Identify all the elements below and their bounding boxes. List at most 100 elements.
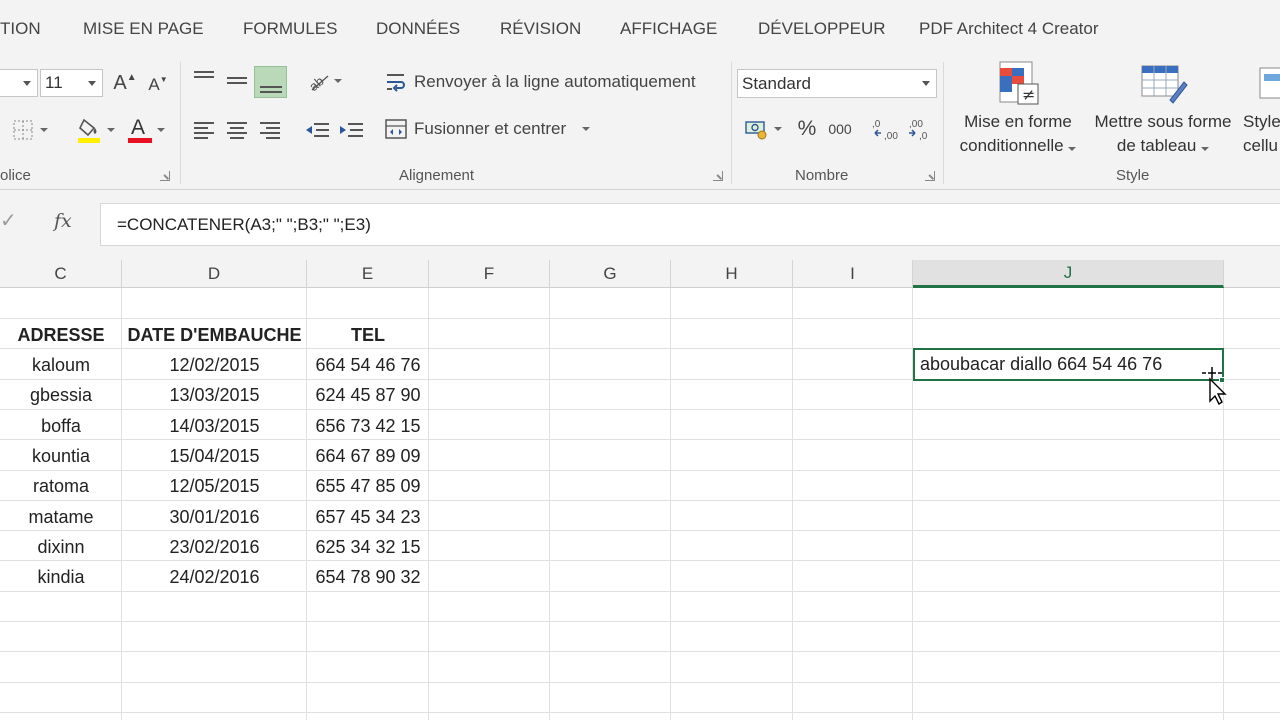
wrap-text-button[interactable]: Renvoyer à la ligne automatiquement: [384, 68, 724, 96]
fill-color-button[interactable]: [74, 114, 118, 146]
hire-date-cell[interactable]: 14/03/2015: [122, 411, 307, 441]
number-format-combo[interactable]: Standard: [737, 69, 937, 98]
header-date-embauche[interactable]: DATE D'EMBAUCHE: [122, 320, 307, 350]
shrink-font-button[interactable]: A ▼: [146, 71, 170, 99]
format-as-table-icon-wrap[interactable]: [1138, 60, 1190, 108]
align-left-icon: [194, 121, 214, 139]
thousands-separator-button[interactable]: 000: [825, 115, 855, 143]
column-header-d[interactable]: D: [122, 260, 307, 288]
font-dialog-launcher-icon[interactable]: [160, 171, 170, 181]
column-header-g[interactable]: G: [550, 260, 671, 288]
merge-center-button[interactable]: Fusionner et centrer: [384, 115, 604, 143]
svg-text:,00: ,00: [884, 131, 898, 141]
phone-cell[interactable]: 625 34 32 15: [307, 532, 429, 562]
column-headers: C D E F G H I J: [0, 260, 1280, 288]
cell-styles-icon: [1259, 67, 1280, 99]
ribbon: 11 A ▲ A ▼ A olice ab Renvoyer à la lign…: [0, 58, 1280, 190]
font-size-value: 11: [45, 73, 63, 92]
address-cell[interactable]: boffa: [0, 411, 122, 441]
alignment-group-label: Alignement: [399, 167, 475, 184]
increase-decimal-button[interactable]: ,0,00: [870, 115, 902, 143]
address-cell[interactable]: gbessia: [0, 380, 122, 410]
tab-affichage[interactable]: AFFICHAGE: [620, 19, 717, 39]
fill-bucket-icon: [78, 118, 100, 143]
tab-revision[interactable]: RÉVISION: [500, 19, 581, 39]
phone-cell[interactable]: 664 54 46 76: [307, 350, 429, 380]
font-size-combo[interactable]: 11: [40, 69, 103, 97]
column-header-c[interactable]: C: [0, 260, 122, 288]
font-name-combo[interactable]: [0, 69, 38, 97]
svg-text:ab: ab: [306, 73, 327, 92]
wrap-text-icon: [387, 74, 405, 92]
hire-date-cell[interactable]: 23/02/2016: [122, 532, 307, 562]
tab-developpeur[interactable]: DÉVELOPPEUR: [758, 19, 886, 39]
format-as-table-button[interactable]: Mettre sous forme de tableau: [1088, 110, 1238, 158]
confirm-check-icon[interactable]: ✓: [0, 208, 22, 240]
tab-donnees[interactable]: DONNÉES: [376, 19, 460, 39]
grow-font-button[interactable]: A ▲: [113, 69, 137, 97]
chevron-down-icon: [922, 81, 930, 86]
align-center-button[interactable]: [223, 118, 251, 142]
tab-pdf-architect[interactable]: PDF Architect 4 Creator: [919, 19, 1099, 39]
column-header-e[interactable]: E: [307, 260, 429, 288]
hire-date-cell[interactable]: 12/05/2015: [122, 471, 307, 501]
hire-date-cell[interactable]: 12/02/2015: [122, 350, 307, 380]
chevron-down-icon: [1201, 147, 1210, 151]
hire-date-cell[interactable]: 24/02/2016: [122, 562, 307, 592]
phone-cell[interactable]: 624 45 87 90: [307, 380, 429, 410]
worksheet-grid[interactable]: ADRESSE DATE D'EMBAUCHE TEL kaloum 12/02/…: [0, 288, 1280, 720]
conditional-formatting-icon-wrap[interactable]: ≠: [993, 58, 1045, 108]
column-header-f[interactable]: F: [429, 260, 550, 288]
formula-input[interactable]: =CONCATENER(A3;" ";B3;" ";E3): [100, 203, 1280, 246]
chevron-down-icon: [334, 79, 342, 83]
shrink-font-icon: A: [148, 75, 160, 94]
wrap-text-label: Renvoyer à la ligne automatiquement: [414, 72, 696, 91]
tab-formules[interactable]: FORMULES: [243, 19, 337, 39]
font-color-button[interactable]: A: [124, 114, 168, 146]
borders-button[interactable]: [8, 116, 52, 144]
align-middle-button[interactable]: [223, 68, 251, 92]
increase-indent-button[interactable]: [336, 118, 366, 142]
style-group-label: Style: [1116, 167, 1150, 184]
align-bottom-button[interactable]: [254, 66, 287, 98]
percent-button[interactable]: %: [793, 115, 821, 143]
hire-date-cell[interactable]: 30/01/2016: [122, 502, 307, 532]
column-header-h[interactable]: H: [671, 260, 793, 288]
hire-date-cell[interactable]: 13/03/2015: [122, 380, 307, 410]
address-cell[interactable]: matame: [0, 502, 122, 532]
tab-insertion[interactable]: TION: [0, 19, 41, 39]
conditional-formatting-button[interactable]: Mise en forme conditionnelle: [950, 110, 1086, 158]
align-right-button[interactable]: [256, 118, 284, 142]
insert-function-icon[interactable]: fx: [54, 210, 72, 232]
cell-styles-button[interactable]: Style cellu: [1243, 110, 1280, 158]
phone-cell[interactable]: 654 78 90 32: [307, 562, 429, 592]
alignment-dialog-launcher-icon[interactable]: [713, 171, 723, 181]
address-cell[interactable]: kountia: [0, 441, 122, 471]
address-cell[interactable]: dixinn: [0, 532, 122, 562]
cell-styles-label-2: cellu: [1243, 136, 1278, 155]
svg-text:,0: ,0: [872, 119, 881, 130]
phone-cell[interactable]: 664 67 89 09: [307, 441, 429, 471]
decrease-indent-button[interactable]: [302, 118, 332, 142]
header-adresse[interactable]: ADRESSE: [0, 320, 122, 350]
orientation-button[interactable]: ab: [302, 68, 346, 94]
header-tel[interactable]: TEL: [307, 320, 429, 350]
align-top-button[interactable]: [190, 68, 218, 92]
column-header-k[interactable]: [1224, 260, 1280, 288]
phone-cell[interactable]: 657 45 34 23: [307, 502, 429, 532]
column-header-i[interactable]: I: [793, 260, 913, 288]
tab-mise-en-page[interactable]: MISE EN PAGE: [83, 19, 204, 39]
address-cell[interactable]: kindia: [0, 562, 122, 592]
align-left-button[interactable]: [190, 118, 218, 142]
number-dialog-launcher-icon[interactable]: [925, 171, 935, 181]
decrease-decimal-button[interactable]: ,00,0: [903, 115, 935, 143]
accounting-format-button[interactable]: [740, 115, 786, 143]
selected-cell-j3[interactable]: aboubacar diallo 664 54 46 76: [913, 348, 1224, 381]
column-header-j[interactable]: J: [913, 260, 1224, 288]
phone-cell[interactable]: 656 73 42 15: [307, 411, 429, 441]
address-cell[interactable]: kaloum: [0, 350, 122, 380]
hire-date-cell[interactable]: 15/04/2015: [122, 441, 307, 471]
cell-styles-icon-wrap[interactable]: [1258, 60, 1280, 108]
address-cell[interactable]: ratoma: [0, 471, 122, 501]
phone-cell[interactable]: 655 47 85 09: [307, 471, 429, 501]
